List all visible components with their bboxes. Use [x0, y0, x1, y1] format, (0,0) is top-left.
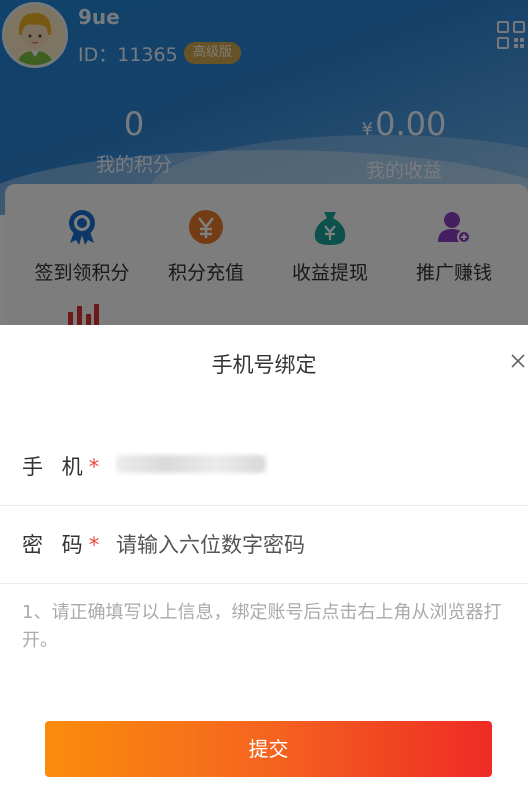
notice-text: 1、请正确填写以上信息，绑定账号后点击右上角从浏览器打开。	[22, 602, 502, 651]
phone-field[interactable]	[116, 455, 266, 473]
submit-button[interactable]: 提交	[45, 721, 492, 777]
phone-row: 手 机*	[0, 427, 528, 506]
phone-label-text: 手 机	[22, 455, 89, 479]
bind-phone-dialog: 手机号绑定 手 机* 密 码* 请输入六位数字密码 1、请正确填写以上信息，绑定…	[0, 325, 528, 795]
close-icon[interactable]	[510, 353, 526, 369]
password-label: 密 码*	[22, 529, 99, 559]
password-label-text: 密 码	[22, 533, 89, 557]
password-row: 密 码* 请输入六位数字密码	[0, 505, 528, 584]
required-mark: *	[88, 455, 100, 479]
phone-label: 手 机*	[22, 451, 99, 481]
password-field[interactable]: 请输入六位数字密码	[116, 529, 305, 559]
required-mark: *	[88, 533, 100, 557]
dialog-title: 手机号绑定	[211, 353, 317, 377]
